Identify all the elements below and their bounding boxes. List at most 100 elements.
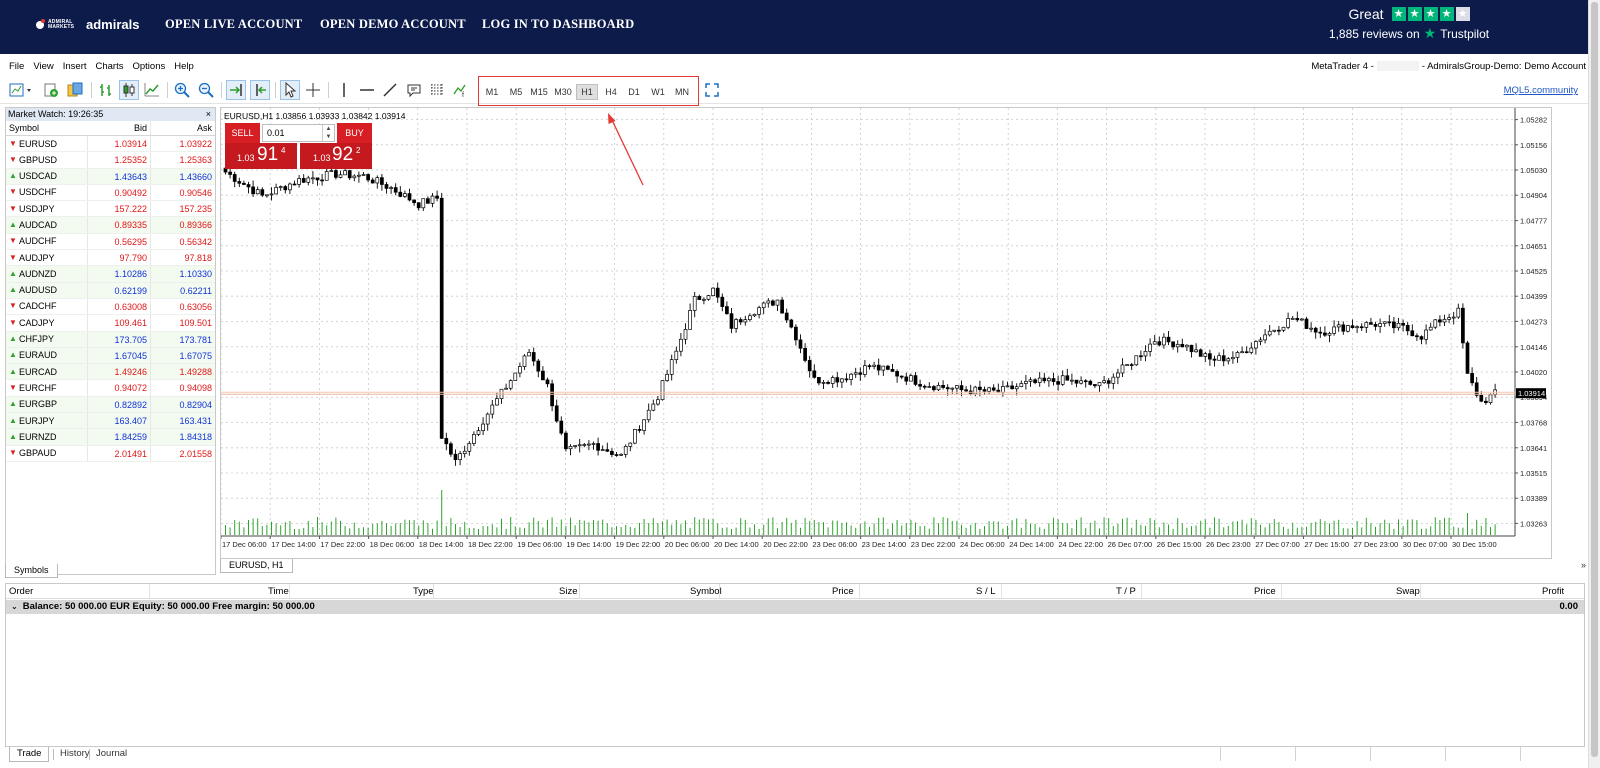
timeframe-m15[interactable]: M15 — [528, 84, 550, 100]
market-watch-row-audjpy[interactable]: ▼ AUDJPY 97.790 97.818 — [6, 250, 215, 267]
candlestick-chart[interactable]: 1.05282 1.05156 1.05030 1.04904 1.04777 1.046… — [221, 108, 1552, 559]
bid-price: 0.94072 — [88, 380, 151, 396]
column-take-profit[interactable]: T / P — [1116, 586, 1136, 597]
market-watch-row-eurnzd[interactable]: ▲ EURNZD 1.84259 1.84318 — [6, 429, 215, 446]
zoom-out-button[interactable] — [196, 80, 216, 100]
column-ask[interactable]: Ask — [151, 121, 215, 135]
market-watch-row-cadchf[interactable]: ▼ CADCHF 0.63008 0.63056 — [6, 298, 215, 316]
timeframe-d1[interactable]: D1 — [623, 84, 645, 100]
menu-view[interactable]: View — [33, 61, 53, 72]
chevron-up-icon[interactable]: ▲ — [323, 125, 334, 133]
balance-row[interactable]: ⌄ Balance: 50 000.00 EUR Equity: 50 000.0… — [6, 600, 1584, 614]
lot-size-input[interactable]: 0.01 ▲ ▼ — [262, 124, 335, 142]
menu-options[interactable]: Options — [132, 61, 165, 72]
templates-button[interactable] — [65, 80, 85, 100]
menu-file[interactable]: File — [9, 61, 24, 72]
timeframe-m5[interactable]: M5 — [505, 84, 527, 100]
menu-insert[interactable]: Insert — [63, 61, 87, 72]
timeframe-mn[interactable]: MN — [671, 84, 693, 100]
login-dashboard-link[interactable]: LOG IN TO DASHBOARD — [482, 17, 634, 32]
horizontal-line-button[interactable] — [357, 80, 377, 100]
market-watch-row-eurcad[interactable]: ▲ EURCAD 1.49246 1.49288 — [6, 364, 215, 381]
column-price[interactable]: Price — [832, 586, 854, 597]
column-symbol[interactable]: Symbol — [6, 121, 88, 135]
indicators-button[interactable]: f — [451, 80, 471, 100]
trendline-button[interactable] — [380, 80, 400, 100]
ask-price: 109.501 — [179, 318, 212, 329]
market-watch-row-euraud[interactable]: ▲ EURAUD 1.67045 1.67075 — [6, 347, 215, 365]
ask-price: 0.89366 — [179, 220, 212, 231]
line-chart-button[interactable] — [142, 80, 162, 100]
market-watch-row-audcad[interactable]: ▲ AUDCAD 0.89335 0.89366 — [6, 217, 215, 234]
menu-charts[interactable]: Charts — [96, 61, 124, 72]
trustpilot-widget[interactable]: Great ★ ★ ★ ★ ★ 1,885 reviews on ★ Trust… — [1314, 6, 1504, 42]
market-watch-row-audnzd[interactable]: ▲ AUDNZD 1.10286 1.10330 — [6, 266, 215, 283]
timeframe-h4[interactable]: H4 — [600, 84, 622, 100]
vertical-line-button[interactable] — [334, 80, 354, 100]
chart-window[interactable]: 1.05282 1.05156 1.05030 1.04904 1.04777 1.046… — [220, 107, 1552, 559]
fullscreen-button[interactable] — [702, 80, 722, 100]
profiles-button[interactable] — [41, 80, 61, 100]
column-order[interactable]: Order — [9, 586, 33, 597]
market-watch-row-chfjpy[interactable]: ▲ CHFJPY 173.705 173.781 — [6, 331, 215, 348]
page-scrollbar[interactable] — [1588, 0, 1600, 768]
candle-body — [1028, 379, 1033, 382]
buy-price-button[interactable]: 1.03 92 2 — [300, 143, 372, 169]
column-stop-loss[interactable]: S / L — [976, 586, 996, 597]
fibonacci-button[interactable] — [427, 80, 447, 100]
timeframe-m1[interactable]: M1 — [481, 84, 503, 100]
column-type[interactable]: Type — [413, 586, 434, 597]
menu-help[interactable]: Help — [174, 61, 194, 72]
market-watch-row-gbpusd[interactable]: ▼ GBPUSD 1.25352 1.25363 — [6, 152, 215, 169]
candlestick-chart-button[interactable] — [119, 80, 139, 100]
open-live-account-link[interactable]: OPEN LIVE ACCOUNT — [165, 17, 302, 32]
tab-symbols[interactable]: Symbols — [5, 564, 58, 578]
crosshair-button[interactable] — [303, 80, 323, 100]
chart-tabs-scroll-icon[interactable]: » — [1581, 560, 1586, 570]
column-time[interactable]: Time — [268, 586, 289, 597]
zoom-in-button[interactable] — [172, 80, 192, 100]
open-demo-account-link[interactable]: OPEN DEMO ACCOUNT — [320, 17, 466, 32]
market-watch-row-audchf[interactable]: ▼ AUDCHF 0.56295 0.56342 — [6, 233, 215, 251]
column-size[interactable]: Size — [559, 586, 577, 597]
market-watch-row-eurjpy[interactable]: ▲ EURJPY 163.407 163.431 — [6, 413, 215, 430]
timeframe-w1[interactable]: W1 — [647, 84, 669, 100]
tab-journal[interactable]: Journal — [89, 747, 134, 762]
admirals-logo[interactable]: ADMIRAL MARKETS admirals — [36, 17, 139, 32]
tab-trade[interactable]: Trade — [9, 747, 50, 762]
column-swap[interactable]: Swap — [1396, 586, 1420, 597]
candle-body — [504, 387, 508, 390]
market-watch-row-usdjpy[interactable]: ▼ USDJPY 157.222 157.235 — [6, 201, 215, 218]
market-watch-row-eurusd[interactable]: ▼ EURUSD 1.03914 1.03922 — [6, 136, 215, 153]
chevron-down-icon[interactable]: ▼ — [323, 133, 334, 141]
lot-stepper[interactable]: ▲ ▼ — [322, 125, 334, 141]
candle-body — [807, 360, 812, 372]
close-icon[interactable]: × — [206, 108, 211, 121]
market-watch-row-eurchf[interactable]: ▼ EURCHF 0.94072 0.94098 — [6, 380, 215, 397]
column-current-price[interactable]: Price — [1254, 586, 1276, 597]
text-label-button[interactable] — [404, 80, 424, 100]
sell-button[interactable]: SELL — [225, 123, 260, 143]
cursor-button[interactable] — [280, 80, 300, 100]
chart-shift-button[interactable] — [250, 80, 270, 100]
auto-scroll-button[interactable] — [226, 80, 246, 100]
market-watch-row-audusd[interactable]: ▲ AUDUSD 0.62199 0.62211 — [6, 282, 215, 299]
market-watch-row-usdcad[interactable]: ▲ USDCAD 1.43643 1.43660 — [6, 168, 215, 185]
column-profit[interactable]: Profit — [1542, 586, 1564, 597]
new-chart-button[interactable] — [8, 80, 34, 100]
column-symbol[interactable]: Symbol — [690, 586, 722, 597]
market-watch-row-eurgbp[interactable]: ▲ EURGBP 0.82892 0.82904 — [6, 396, 215, 414]
scrollbar-thumb[interactable] — [1591, 2, 1598, 757]
column-bid[interactable]: Bid — [88, 121, 151, 135]
buy-button[interactable]: BUY — [337, 123, 372, 143]
bar-chart-button[interactable] — [96, 80, 116, 100]
tab-chart-eurusd[interactable]: EURUSD, H1 — [220, 559, 293, 573]
market-watch-row-gbpaud[interactable]: ▼ GBPAUD 2.01491 2.01558 — [6, 445, 215, 462]
timeframe-m30[interactable]: M30 — [552, 84, 574, 100]
chevron-down-icon[interactable]: ⌄ — [11, 602, 18, 611]
mql5-community-link[interactable]: MQL5.community — [1504, 85, 1578, 96]
sell-price-button[interactable]: 1.03 91 4 — [225, 143, 297, 169]
timeframe-h1[interactable]: H1 — [576, 84, 598, 100]
market-watch-row-usdchf[interactable]: ▼ USDCHF 0.90492 0.90546 — [6, 184, 215, 202]
market-watch-row-cadjpy[interactable]: ▼ CADJPY 109.461 109.501 — [6, 315, 215, 332]
